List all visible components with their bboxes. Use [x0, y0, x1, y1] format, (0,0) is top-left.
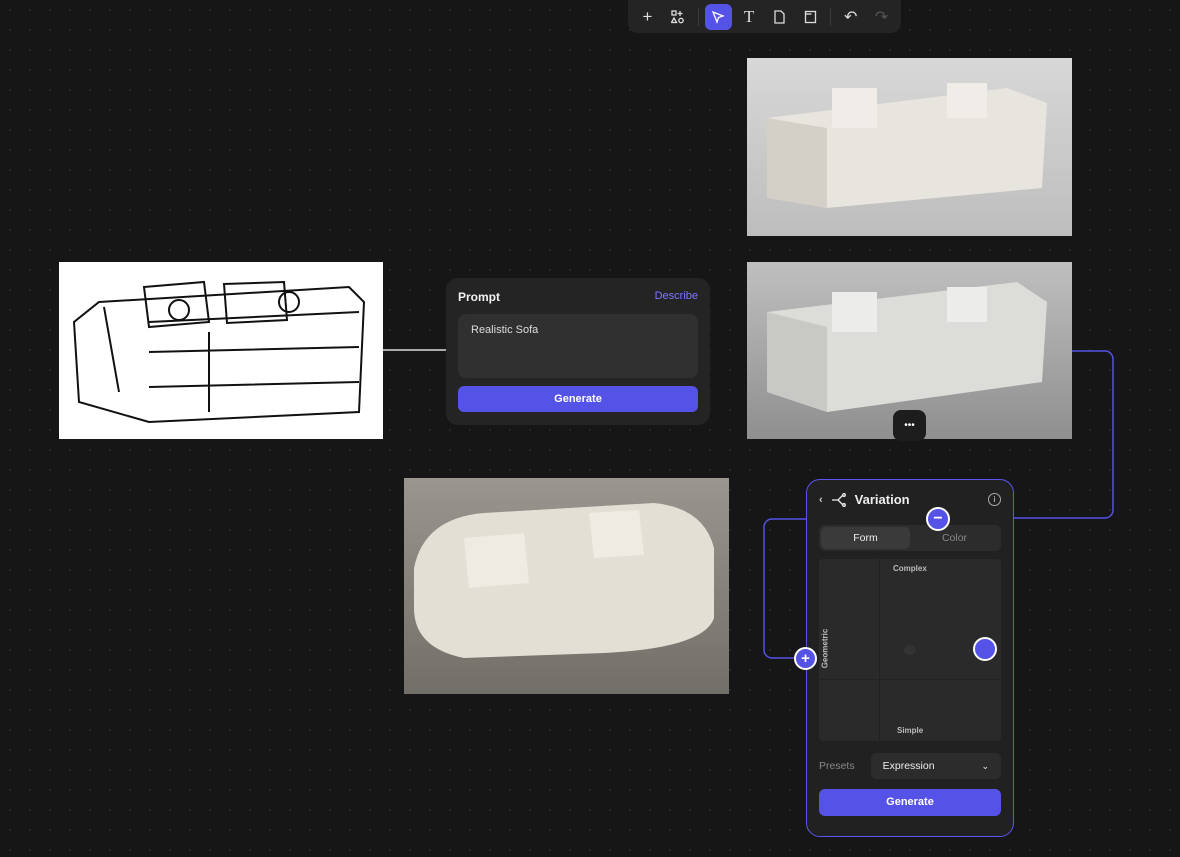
- collapse-button[interactable]: −: [926, 507, 950, 531]
- tab-form[interactable]: Form: [821, 527, 910, 549]
- add-connection-button[interactable]: +: [794, 647, 817, 670]
- axis-label-left: Geometric: [820, 628, 830, 669]
- undo-icon: ↶: [843, 8, 858, 26]
- more-icon: •••: [904, 420, 915, 431]
- page-icon: [774, 9, 786, 24]
- plus-icon: +: [801, 650, 810, 667]
- divider: [830, 7, 832, 26]
- redo-icon: ↷: [874, 8, 889, 26]
- components-tool[interactable]: [665, 4, 692, 30]
- prompt-title: Prompt: [458, 290, 500, 304]
- variation-pad[interactable]: Complex Simple Geometric: [819, 559, 1001, 741]
- frame-icon: [805, 10, 817, 23]
- prompt-input[interactable]: Realistic Sofa: [458, 314, 698, 378]
- frame-tool[interactable]: [797, 4, 824, 30]
- redo-button[interactable]: ↷: [868, 4, 895, 30]
- form-color-tabs: Form Color: [819, 525, 1001, 551]
- connector-line: [763, 518, 806, 659]
- text-tool[interactable]: T: [736, 4, 763, 30]
- describe-link[interactable]: Describe: [655, 290, 698, 304]
- variation-handle[interactable]: [973, 637, 997, 661]
- text-icon: T: [743, 6, 755, 26]
- add-tool[interactable]: +: [634, 4, 661, 30]
- shapes-icon: [671, 9, 685, 23]
- panel-title: Variation: [854, 492, 910, 507]
- prompt-text: Realistic Sofa: [471, 324, 539, 336]
- page-tool[interactable]: [767, 4, 794, 30]
- prompt-card: Prompt Describe Realistic Sofa Generate: [446, 278, 710, 425]
- branch-icon: [831, 492, 846, 507]
- variation-generate-button[interactable]: Generate: [819, 789, 1001, 816]
- axis-label-bottom: Simple: [897, 726, 924, 735]
- select-tool[interactable]: [704, 3, 732, 30]
- generated-sofa-image-1[interactable]: [747, 58, 1072, 236]
- toolbar: + T ↶ ↷: [628, 0, 901, 33]
- center-marker: [904, 645, 916, 655]
- minus-icon: −: [933, 510, 943, 527]
- info-icon[interactable]: i: [988, 493, 1001, 506]
- divider: [697, 7, 699, 26]
- tab-color[interactable]: Color: [910, 527, 999, 549]
- generated-sofa-image-3[interactable]: [404, 478, 729, 694]
- variation-panel: ‹ Variation i Form Color Complex Simple …: [806, 479, 1014, 837]
- more-options-button[interactable]: •••: [893, 410, 926, 441]
- generate-button[interactable]: Generate: [458, 386, 698, 412]
- undo-button[interactable]: ↶: [837, 4, 864, 30]
- presets-dropdown[interactable]: Expression ⌄: [870, 753, 1001, 779]
- presets-label: Presets: [819, 760, 855, 772]
- axis-label-top: Complex: [893, 564, 927, 573]
- back-icon[interactable]: ‹: [819, 494, 823, 506]
- plus-icon: +: [642, 6, 653, 26]
- preset-value: Expression: [882, 760, 935, 772]
- sketch-sofa-image[interactable]: [59, 262, 383, 439]
- chevron-down-icon: ⌄: [981, 760, 989, 771]
- cursor-icon: [712, 10, 726, 24]
